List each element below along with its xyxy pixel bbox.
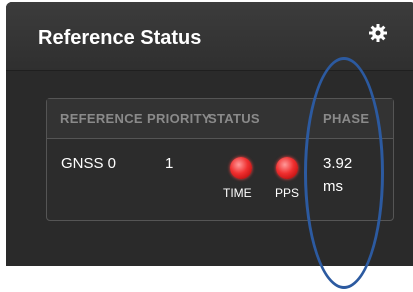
pps-status-label: PPS [275,186,300,200]
panel-title: Reference Status [38,27,202,49]
priority-cell: 1 [165,155,174,172]
column-header-status[interactable]: STATUS [208,111,260,126]
column-header-reference[interactable]: REFERENCE [60,111,143,126]
time-status-led [230,157,252,179]
column-header-priority[interactable]: PRIORITY [147,111,211,126]
gear-icon[interactable] [368,23,388,43]
highlight-ellipse [304,57,384,289]
pps-status-led [276,157,298,179]
reference-cell: GNSS 0 [61,155,117,172]
time-status-label: TIME [223,186,252,200]
